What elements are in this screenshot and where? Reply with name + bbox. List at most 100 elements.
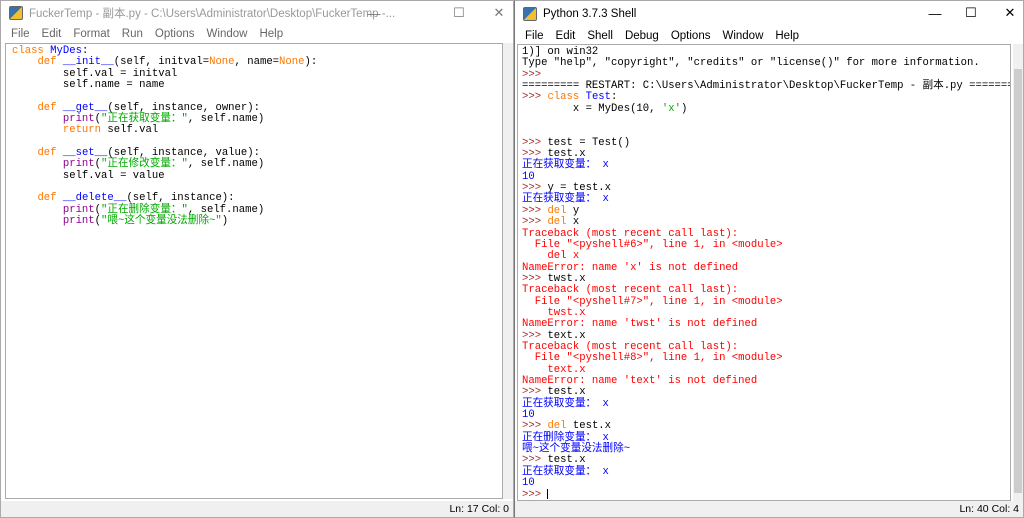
menu-edit[interactable]: Edit [550, 27, 582, 45]
code-line: 10 [522, 477, 1010, 490]
code-token: del [547, 204, 573, 217]
idle-app-icon [9, 6, 23, 20]
menu-options[interactable]: Options [665, 27, 717, 45]
code-line: Type "help", "copyright", "credits" or "… [522, 58, 1010, 69]
code-token: __delete__ [62, 192, 127, 205]
code-token: twst.x [522, 306, 586, 319]
code-token: , name= [234, 56, 280, 69]
code-token: NameError: name 'text' is not defined [522, 374, 758, 387]
shell-scrollbar[interactable] [1013, 44, 1023, 501]
menu-options[interactable]: Options [149, 25, 201, 43]
code-token: print [62, 203, 95, 216]
code-token: None [209, 56, 235, 69]
code-line: 正在获取变量： x [522, 194, 1010, 205]
code-token: test.x [572, 420, 612, 433]
shell-menubar: File Edit Shell Debug Options Window Help [515, 27, 1023, 45]
code-line: 正在获取变量： x [522, 466, 1010, 478]
minimize-icon[interactable]: — [351, 1, 397, 25]
code-line: File "<pyshell#7>", line 1, in <module> [522, 296, 1010, 308]
code-token: 1)] on win32 [522, 46, 599, 58]
menu-file[interactable]: File [5, 25, 36, 43]
code-token: NameError: name 'twst' is not defined [522, 318, 758, 331]
code-token: 正在获取变量： x [522, 159, 609, 172]
shell-output[interactable]: 1)] on win32 Type "help", "copyright", "c… [517, 44, 1011, 501]
menu-help[interactable]: Help [253, 25, 289, 43]
code-token: , self.name) [187, 203, 265, 216]
menu-help[interactable]: Help [769, 27, 805, 45]
code-line: NameError: name 'twst' is not defined [522, 319, 1010, 330]
code-line: 喂~这个变量没法删除~ [522, 443, 1010, 455]
code-token: def [37, 56, 63, 69]
code-token: (self, instance, owner): [107, 101, 260, 114]
code-token: x = MyDes(10, [522, 102, 662, 115]
menu-file[interactable]: File [519, 27, 550, 45]
menu-edit[interactable]: Edit [36, 25, 68, 43]
code-token: __get__ [62, 101, 108, 114]
code-token: >>> [522, 420, 548, 433]
code-token: def [37, 192, 63, 205]
code-token: class [12, 45, 51, 57]
code-line: self.val = value [12, 169, 502, 182]
code-token: MyDes [50, 45, 82, 57]
code-line: >>> test = Test() [522, 136, 1010, 149]
code-token: "喂~这个变量没法删除~" [101, 215, 222, 228]
code-token: self.val = initval [12, 67, 178, 80]
code-token: NameError: name 'x' is not defined [522, 261, 739, 274]
code-token: test.x [547, 454, 586, 467]
code-line: print("喂~这个变量没法删除~") [12, 215, 502, 228]
code-token: "正在修改变量：" [101, 158, 188, 171]
menu-format[interactable]: Format [67, 25, 115, 43]
editor-scrollbar[interactable] [503, 43, 513, 499]
code-token: >>> [522, 272, 548, 285]
code-token: : [81, 45, 89, 57]
code-token: del [547, 420, 573, 433]
shell-window: Python 3.7.3 Shell — ☐ ✕ File Edit Shell De… [514, 0, 1024, 518]
editor-menubar: File Edit Format Run Options Window Help [1, 25, 513, 43]
close-icon[interactable]: ✕ [987, 1, 1024, 25]
code-token: test = Test() [547, 136, 631, 149]
editor-title: FuckerTemp - 副本.py - C:\Users\Administra… [29, 8, 396, 20]
code-token: print [62, 113, 95, 126]
code-token: Type "help", "copyright", "credits" or "… [522, 57, 980, 70]
code-token: self.name = name [12, 79, 165, 92]
code-token: , self.name) [187, 113, 265, 126]
code-token: return [62, 124, 108, 137]
menu-run[interactable]: Run [116, 25, 149, 43]
code-token: self.val = value [12, 169, 165, 182]
code-line: self.name = name [12, 79, 502, 92]
code-line: >>> del y [522, 204, 1010, 217]
code-token: test.x [547, 386, 586, 399]
code-token: 10 [522, 477, 535, 490]
menu-window[interactable]: Window [201, 25, 254, 43]
menu-shell[interactable]: Shell [581, 27, 619, 45]
code-token: "正在删除变量：" [101, 203, 188, 216]
code-token: >>> [522, 386, 548, 399]
menu-window[interactable]: Window [716, 27, 769, 45]
code-token: Traceback (most recent call last): [522, 227, 739, 240]
code-token: File "<pyshell#6>", line 1, in <module> [522, 238, 783, 251]
code-token: File "<pyshell#8>", line 1, in <module> [522, 352, 783, 365]
code-line: NameError: name 'text' is not defined [522, 374, 1010, 387]
scrollbar-thumb[interactable] [1014, 69, 1022, 493]
code-line: File "<pyshell#6>", line 1, in <module> [522, 238, 1010, 251]
code-line: File "<pyshell#8>", line 1, in <module> [522, 353, 1010, 364]
code-token: 正在删除变量： x [522, 431, 609, 444]
code-token: (self, instance): [126, 192, 235, 205]
code-editor[interactable]: class MyDes: def __init__(self, initval=… [5, 43, 503, 499]
code-token: del [547, 216, 573, 229]
code-line: return self.val [12, 125, 502, 136]
code-token: print [62, 215, 95, 228]
code-token: del x [522, 250, 580, 263]
code-token: 10 [522, 170, 535, 183]
code-token: __init__ [62, 56, 114, 69]
code-token: : [611, 91, 618, 104]
code-token: 正在获取变量： x [522, 397, 609, 410]
text-cursor [547, 489, 549, 500]
menu-debug[interactable]: Debug [619, 27, 665, 45]
code-token: text.x [522, 363, 586, 376]
code-token: ) [680, 102, 688, 115]
